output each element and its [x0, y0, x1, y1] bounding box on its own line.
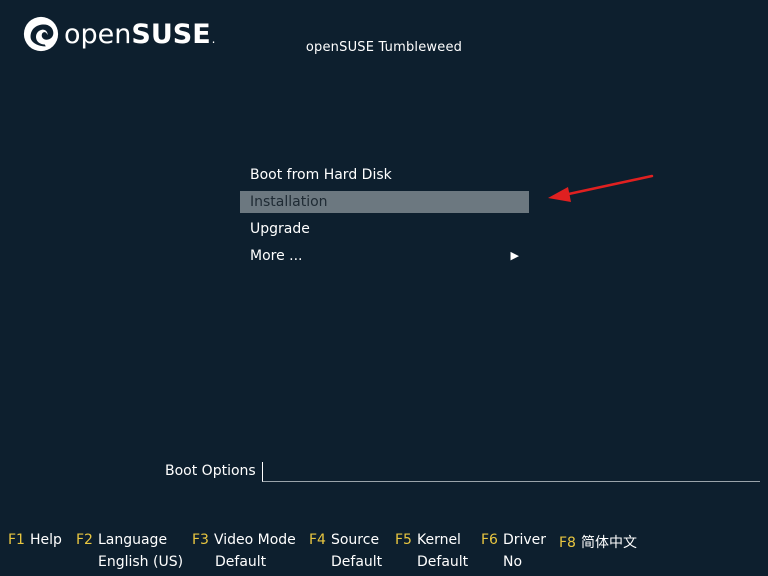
menu-item-label: Boot from Hard Disk	[250, 167, 392, 183]
fkey-value: Default	[331, 554, 383, 570]
function-key-bar: F1 Help F2 Language English (US) F3 Video M…	[0, 530, 768, 576]
submenu-arrow-icon: ▶	[510, 249, 519, 262]
fkey-heading: F5 Kernel	[395, 532, 461, 548]
fkey-heading: F6 Driver	[481, 532, 546, 548]
fkey-label: Language	[97, 532, 168, 548]
fkey-label: 简体中文	[580, 535, 637, 551]
menu-item-label: More ...	[250, 248, 303, 264]
fkey-label: Video Mode	[213, 532, 296, 548]
fkey-label: Driver	[502, 532, 547, 548]
fkey-heading: F3 Video Mode	[192, 532, 296, 548]
fkey-heading: F8 简体中文	[559, 532, 637, 552]
fkey-number: F3	[192, 532, 209, 548]
fkey-value: English (US)	[98, 554, 184, 570]
fkey-value: Default	[215, 554, 267, 570]
boot-options-label: Boot Options	[165, 463, 256, 479]
fkey-label: Source	[330, 532, 380, 548]
fkey-heading: F1 Help	[8, 532, 62, 548]
fkey-number: F4	[309, 532, 326, 548]
fkey-number: F8	[559, 535, 576, 551]
menu-item-label: Installation	[250, 194, 328, 210]
boot-options: Boot Options	[165, 460, 761, 484]
fkey-number: F6	[481, 532, 498, 548]
menu-item-installation[interactable]: Installation	[240, 191, 529, 213]
fkey-label: Help	[29, 532, 62, 548]
boot-screen: openSUSE. openSUSE Tumbleweed Boot from …	[0, 0, 768, 576]
fkey-number: F1	[8, 532, 25, 548]
menu-item-boot-from-hard-disk[interactable]: Boot from Hard Disk	[240, 164, 529, 186]
fkey-heading: F4 Source	[309, 532, 379, 548]
boot-menu: Boot from Hard Disk Installation Upgrade…	[240, 164, 529, 272]
menu-item-label: Upgrade	[250, 221, 310, 237]
distribution-title: openSUSE Tumbleweed	[305, 40, 463, 55]
menu-item-upgrade[interactable]: Upgrade	[240, 218, 529, 240]
menu-item-more[interactable]: More ... ▶	[240, 245, 529, 267]
fkey-value: No	[503, 554, 523, 570]
fkey-heading: F2 Language	[76, 532, 167, 548]
annotation-arrow-icon	[548, 174, 654, 202]
fkey-number: F2	[76, 532, 93, 548]
boot-options-input[interactable]	[262, 462, 760, 482]
fkey-value: Default	[417, 554, 469, 570]
fkey-number: F5	[395, 532, 412, 548]
fkey-label: Kernel	[416, 532, 461, 548]
